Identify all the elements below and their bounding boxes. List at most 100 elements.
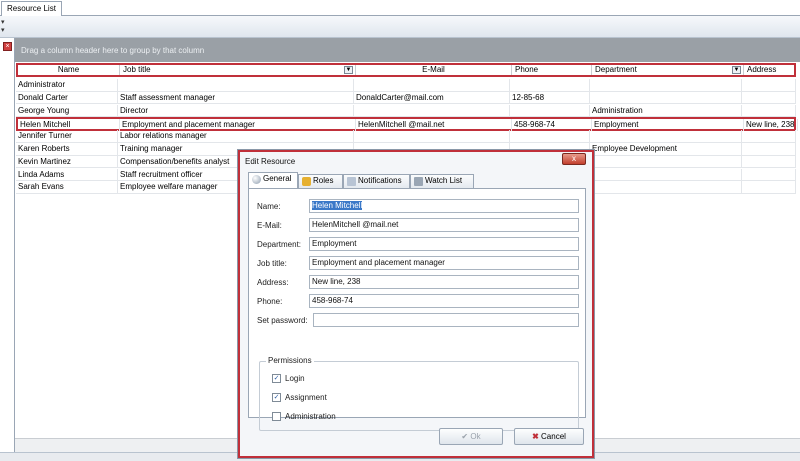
table-cell[interactable]	[742, 155, 796, 168]
permissions-legend: Permissions	[266, 356, 314, 365]
name-label: Name:	[257, 202, 281, 211]
check-icon: ✔	[461, 432, 469, 441]
table-cell[interactable]	[742, 168, 796, 181]
table-row[interactable]: George Young Director Administration	[16, 104, 796, 118]
table-cell[interactable]	[590, 79, 742, 91]
cancel-button[interactable]: ✖ Cancel	[514, 428, 584, 445]
tab-notifications[interactable]: Notifications	[343, 174, 410, 188]
table-cell[interactable]: Director	[118, 104, 354, 117]
column-header-department[interactable]: Department ▼	[592, 65, 744, 75]
chevron-down-icon[interactable]: ▼	[732, 66, 741, 74]
job-title-field[interactable]: Employment and placement manager	[309, 256, 579, 270]
set-password-label: Set password:	[257, 316, 308, 325]
table-cell[interactable]: Kevin Martinez	[16, 155, 118, 168]
notifications-icon	[347, 177, 356, 186]
table-cell[interactable]: Administrator	[16, 79, 118, 91]
general-icon	[252, 175, 261, 184]
column-header-label: Name	[57, 65, 80, 74]
phone-label: Phone:	[257, 297, 283, 306]
column-header-label: Address	[747, 65, 777, 74]
close-icon[interactable]: ×	[3, 42, 12, 51]
table-cell[interactable]	[742, 181, 796, 194]
table-cell[interactable]	[354, 104, 510, 117]
column-header-name[interactable]: Name	[18, 65, 120, 75]
tab-roles[interactable]: Roles	[298, 174, 343, 188]
table-cell[interactable]: George Young	[16, 104, 118, 117]
toolbar-dropdown-icon[interactable]: ▾ ▾	[1, 19, 5, 35]
name-field-value: Helen Mitchell	[312, 201, 363, 210]
general-tab-panel: Name: Helen Mitchell E-Mail: HelenMitche…	[248, 188, 586, 431]
table-cell[interactable]	[742, 104, 796, 117]
table-cell[interactable]	[510, 79, 590, 91]
column-header-job-title[interactable]: Job title ▼	[120, 65, 356, 75]
table-cell[interactable]: Staff assessment manager	[118, 91, 354, 104]
name-field[interactable]: Helen Mitchell	[309, 199, 579, 213]
table-cell[interactable]	[590, 155, 742, 168]
table-cell[interactable]: Jennifer Turner	[16, 130, 118, 143]
email-field[interactable]: HelenMitchell @mail.net	[309, 218, 579, 232]
phone-field[interactable]: 458-968-74	[309, 294, 579, 308]
chevron-down-icon[interactable]: ▼	[344, 66, 353, 74]
tab-resource-list[interactable]: Resource List	[1, 1, 62, 17]
table-cell[interactable]	[118, 79, 354, 91]
group-by-panel[interactable]: Drag a column header here to group by th…	[15, 38, 800, 62]
table-cell[interactable]	[742, 91, 796, 104]
address-label: Address:	[257, 278, 289, 287]
tab-label: Watch List	[425, 176, 463, 185]
table-cell[interactable]: Employee Development	[590, 143, 742, 155]
dialog-close-button[interactable]: x	[562, 153, 586, 165]
assignment-label: Assignment	[285, 393, 327, 402]
table-cell[interactable]	[590, 168, 742, 181]
table-cell[interactable]	[354, 130, 510, 143]
table-cell[interactable]	[742, 79, 796, 91]
tab-label: Roles	[313, 176, 334, 185]
column-header-email[interactable]: E-Mail	[356, 65, 512, 75]
column-header-address[interactable]: Address	[744, 65, 794, 75]
table-row[interactable]: Jennifer Turner Labor relations manager	[16, 130, 796, 143]
tab-label: General	[263, 174, 292, 183]
column-header-label: Department	[595, 65, 637, 74]
table-cell[interactable]	[510, 104, 590, 117]
login-label: Login	[285, 374, 305, 383]
table-cell[interactable]	[590, 130, 742, 143]
table-cell[interactable]	[354, 79, 510, 91]
table-cell[interactable]: Sarah Evans	[16, 181, 118, 194]
table-row[interactable]: Donald Carter Staff assessment manager Don…	[16, 91, 796, 105]
set-password-field[interactable]	[313, 313, 579, 327]
table-cell[interactable]	[590, 91, 742, 104]
email-label: E-Mail:	[257, 221, 282, 230]
tab-general[interactable]: General	[248, 172, 298, 188]
assignment-checkbox[interactable]: ✓	[272, 393, 281, 402]
ok-button[interactable]: ✔ Ok	[439, 428, 503, 445]
table-cell[interactable]: Administration	[590, 104, 742, 117]
table-cell[interactable]: 12-85-68	[510, 91, 590, 104]
table-cell[interactable]: Karen Roberts	[16, 143, 118, 155]
table-cell[interactable]: Donald Carter	[16, 91, 118, 104]
department-label: Department:	[257, 240, 302, 249]
watch-list-icon	[414, 177, 423, 186]
cancel-button-label: Cancel	[541, 432, 566, 441]
login-checkbox[interactable]: ✓	[272, 374, 281, 383]
tab-label: Notifications	[358, 176, 402, 185]
permissions-group: Permissions ✓ Login ✓ Assignment Adminis…	[259, 356, 579, 431]
table-cell[interactable]	[742, 130, 796, 143]
table-cell[interactable]	[590, 181, 742, 194]
administration-checkbox[interactable]	[272, 412, 281, 421]
tab-watch-list[interactable]: Watch List	[410, 174, 474, 188]
column-header-phone[interactable]: Phone	[512, 65, 592, 75]
table-cell[interactable]: Labor relations manager	[118, 130, 354, 143]
table-cell[interactable]	[742, 143, 796, 155]
table-cell[interactable]: Linda Adams	[16, 168, 118, 181]
toolbar: ▾ ▾	[0, 16, 800, 38]
dialog-title: Edit Resource	[245, 157, 296, 166]
roles-icon	[302, 177, 311, 186]
address-field[interactable]: New line, 238	[309, 275, 579, 289]
table-row[interactable]: Administrator	[16, 79, 796, 92]
document-tab-strip: Resource List	[0, 0, 800, 17]
ok-button-label: Ok	[470, 432, 481, 441]
edit-resource-dialog: Edit Resource x General Roles Notificati…	[238, 150, 594, 458]
department-field[interactable]: Employment	[309, 237, 579, 251]
table-cell[interactable]	[510, 130, 590, 143]
table-cell[interactable]: DonaldCarter@mail.com	[354, 91, 510, 104]
column-header-label: Job title	[123, 65, 151, 74]
